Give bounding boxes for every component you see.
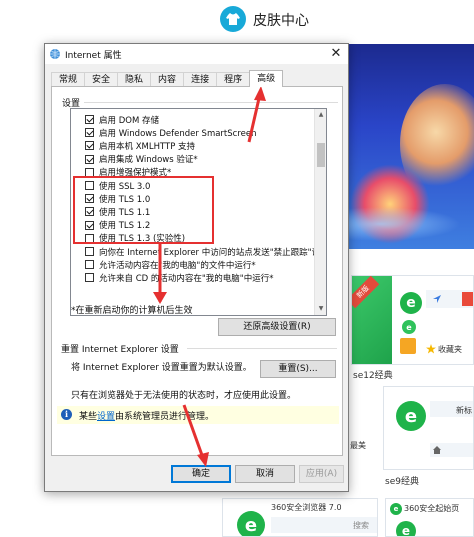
admin-info-text: 某些设置由系统管理员进行管理。 bbox=[79, 412, 215, 422]
admin-managed-info-bar: i 某些设置由系统管理员进行管理。 bbox=[57, 406, 339, 424]
setting-checkbox[interactable] bbox=[85, 273, 94, 283]
reset-button[interactable]: 重置(S)... bbox=[260, 360, 336, 378]
setting-checkbox[interactable] bbox=[85, 247, 94, 256]
tab-connections[interactable]: 连接 bbox=[183, 72, 218, 87]
internet-globe-icon bbox=[50, 49, 60, 59]
partial-caption: 最美 bbox=[350, 441, 366, 450]
tab-advanced[interactable]: 高级 bbox=[249, 70, 284, 87]
reset-group-divider bbox=[187, 348, 337, 349]
setting-checkbox[interactable] bbox=[85, 128, 94, 138]
setting-label: 启用本机 XMLHTTP 支持 bbox=[99, 141, 196, 152]
skin-thumb-se9[interactable]: e 新标 bbox=[383, 386, 474, 470]
setting-label: 允许活动内容在"我的电脑"的文件中运行* bbox=[99, 260, 256, 271]
scroll-up-icon[interactable]: ▲ bbox=[315, 109, 326, 121]
tab-general[interactable]: 常规 bbox=[51, 72, 86, 87]
browser-e-icon-small: e bbox=[390, 503, 402, 515]
settings-group-divider bbox=[82, 102, 338, 103]
apply-button[interactable]: 应用(A) bbox=[299, 465, 344, 483]
tab-programs[interactable]: 程序 bbox=[216, 72, 251, 87]
setting-item[interactable]: 启用 Windows Defender SmartScreen bbox=[85, 126, 257, 139]
cancel-button[interactable]: 取消 bbox=[235, 465, 295, 483]
setting-label: 允许来自 CD 的活动内容在"我的电脑"中运行* bbox=[99, 273, 274, 284]
setting-checkbox[interactable] bbox=[85, 141, 94, 151]
setting-item[interactable]: 允许来自 CD 的活动内容在"我的电脑"中运行* bbox=[85, 271, 273, 284]
internet-properties-dialog: Internet 属性 ✕ 常规 安全 隐私 内容 连接 程序 高级 设置 启用… bbox=[44, 43, 349, 492]
dialog-tabs: 常规 安全 隐私 内容 连接 程序 高级 bbox=[51, 70, 284, 87]
reset-group-label: 重置 Internet Explorer 设置 bbox=[61, 345, 179, 355]
browser-e-icon: e bbox=[237, 511, 265, 536]
skin-thumb-360-v7[interactable]: e 360安全浏览器 7.0 搜索 bbox=[222, 498, 378, 537]
thumb-search-text: 搜索 bbox=[353, 521, 369, 530]
setting-item[interactable]: 启用 DOM 存储 bbox=[85, 113, 159, 126]
navigation-arrow-icon bbox=[433, 295, 441, 303]
dialog-title: Internet 属性 bbox=[65, 51, 122, 61]
setting-item[interactable]: 向你在 Internet Explorer 中访问的站点发送"禁止跟踪"请求* bbox=[85, 245, 327, 258]
skin-thumb-se12[interactable]: e e 收藏夹 新版 bbox=[351, 275, 474, 365]
settings-scrollbar[interactable]: ▲ ▼ bbox=[314, 109, 326, 315]
setting-item[interactable]: 启用本机 XMLHTTP 支持 bbox=[85, 139, 195, 152]
reset-warning-note: 只有在浏览器处于无法使用的状态时，才应使用此设置。 bbox=[71, 391, 297, 401]
skin-center-header: 皮肤中心 bbox=[0, 0, 474, 40]
restart-note: *在重新启动你的计算机后生效 bbox=[71, 306, 193, 316]
close-icon[interactable]: ✕ bbox=[328, 46, 344, 62]
setting-checkbox[interactable] bbox=[85, 260, 94, 270]
browser-e-icon-small: e bbox=[402, 320, 416, 334]
home-icon bbox=[433, 446, 441, 454]
browser-e-icon: e bbox=[400, 292, 422, 314]
favorites-star-icon bbox=[426, 344, 436, 354]
dialog-titlebar[interactable]: Internet 属性 ✕ bbox=[45, 44, 348, 64]
tab-privacy[interactable]: 隐私 bbox=[117, 72, 152, 87]
skin-thumb-360-startpage[interactable]: e 360安全起始页 e bbox=[385, 498, 474, 537]
tls-highlight-box bbox=[73, 176, 214, 244]
setting-label: 启用 DOM 存储 bbox=[99, 115, 159, 126]
setting-checkbox[interactable] bbox=[85, 154, 94, 164]
favorites-label: 收藏夹 bbox=[438, 345, 462, 354]
thumb-window-title: 360安全浏览器 7.0 bbox=[271, 503, 342, 512]
skin-banner-image[interactable] bbox=[340, 44, 474, 249]
skin-caption-se9: se9经典 bbox=[385, 477, 419, 487]
tab-security[interactable]: 安全 bbox=[84, 72, 119, 87]
skin-center-title: 皮肤中心 bbox=[253, 13, 309, 29]
reset-description: 将 Internet Explorer 设置重置为默认设置。 bbox=[71, 363, 252, 373]
scroll-down-icon[interactable]: ▼ bbox=[315, 303, 326, 315]
skin-caption-se12: se12经典 bbox=[353, 371, 393, 381]
setting-item[interactable]: 启用集成 Windows 验证* bbox=[85, 153, 198, 166]
scroll-thumb[interactable] bbox=[317, 143, 325, 167]
setting-label: 向你在 Internet Explorer 中访问的站点发送"禁止跟踪"请求* bbox=[99, 247, 327, 258]
info-icon: i bbox=[61, 409, 72, 420]
browser-e-icon: e bbox=[396, 401, 426, 431]
thumb-window-title: 360安全起始页 bbox=[404, 504, 460, 513]
ok-button[interactable]: 确定 bbox=[171, 465, 231, 483]
setting-checkbox[interactable] bbox=[85, 115, 94, 124]
settings-link[interactable]: 设置 bbox=[97, 412, 115, 422]
setting-label: 启用 Windows Defender SmartScreen bbox=[99, 128, 257, 139]
setting-label: 启用集成 Windows 验证* bbox=[99, 155, 198, 166]
skin-center-logo-icon bbox=[220, 6, 246, 32]
setting-item[interactable]: 允许活动内容在"我的电脑"的文件中运行* bbox=[85, 258, 256, 271]
new-tab-label: 新标 bbox=[456, 406, 472, 415]
tab-content[interactable]: 内容 bbox=[150, 72, 185, 87]
restore-advanced-settings-button[interactable]: 还原高级设置(R) bbox=[218, 318, 336, 336]
